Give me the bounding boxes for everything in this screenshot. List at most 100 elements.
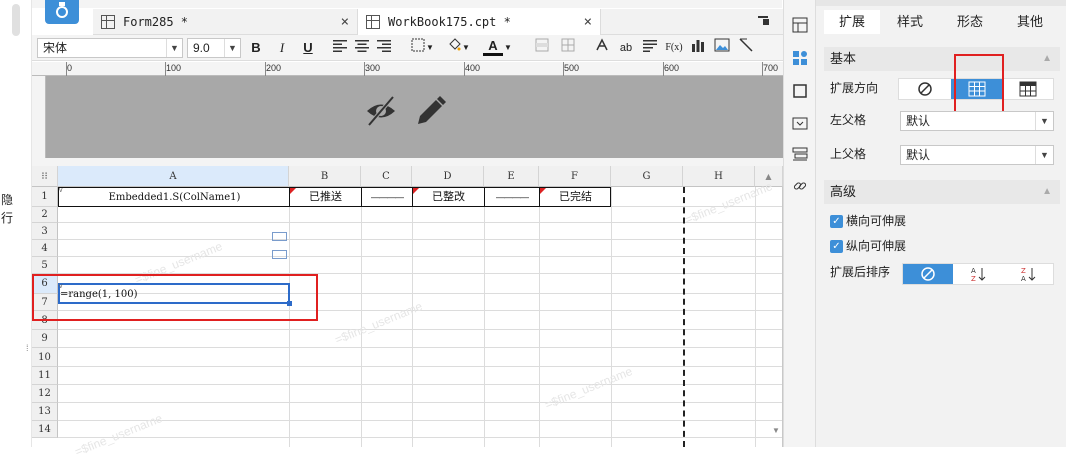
tab-form285[interactable]: Form285 * ×: [93, 9, 358, 35]
left-scrollbar[interactable]: [12, 4, 20, 36]
row-header[interactable]: 10: [32, 348, 58, 367]
cell-property-icon[interactable]: [792, 17, 808, 33]
highlight-box-expand: [954, 54, 1004, 116]
edit-pencil-icon[interactable]: [414, 94, 446, 128]
splitter-handle[interactable]: ⁞: [26, 343, 29, 353]
column-header[interactable]: E: [484, 166, 539, 187]
chevron-down-icon[interactable]: ▼: [460, 38, 472, 58]
bold-button[interactable]: B: [246, 38, 266, 58]
column-header[interactable]: A: [58, 166, 289, 187]
tab-menu-icon[interactable]: [757, 15, 771, 27]
vertical-extendable-checkbox[interactable]: ✓ 纵向可伸展: [830, 237, 906, 254]
column-header[interactable]: D: [412, 166, 484, 187]
wrap-icon[interactable]: [640, 38, 660, 58]
underline-button[interactable]: U: [298, 38, 318, 58]
chevron-down-icon: ▼: [224, 39, 240, 57]
chevron-down-icon: ▼: [1035, 112, 1053, 130]
row-header[interactable]: 5: [32, 257, 58, 274]
horizontal-ruler: 0 100 200 300 400 500 600 700: [32, 62, 783, 76]
merge-cells-icon[interactable]: [532, 38, 552, 58]
select-all-corner[interactable]: ⁝⁝: [32, 166, 58, 187]
scroll-down-arrow[interactable]: ▼: [772, 426, 780, 435]
image-icon[interactable]: [712, 38, 732, 58]
left-parent-select[interactable]: 默认 ▼: [900, 111, 1054, 131]
svg-text:A: A: [971, 267, 976, 275]
no-sort-icon[interactable]: [903, 264, 953, 284]
widget-box[interactable]: [272, 250, 287, 259]
row-header[interactable]: 12: [32, 385, 58, 403]
column-header[interactable]: B: [289, 166, 361, 187]
checkmark-icon: ✓: [830, 240, 843, 254]
top-parent-select[interactable]: 默认 ▼: [900, 145, 1054, 165]
hidden-eye-icon[interactable]: [364, 94, 398, 128]
font-size-select[interactable]: 9.0 ▼: [187, 38, 241, 58]
text-color-button[interactable]: A: [483, 38, 503, 56]
cell-b1[interactable]: 已推送: [290, 189, 361, 206]
row-header[interactable]: 9: [32, 330, 58, 348]
row-header[interactable]: 2: [32, 207, 58, 223]
condition-icon[interactable]: [792, 146, 808, 162]
grid-line: [58, 384, 783, 385]
left-strip: 隐 行 ⁞: [0, 0, 32, 447]
tab-other[interactable]: 其他: [1000, 10, 1060, 34]
grid-line: [58, 347, 783, 348]
link-icon[interactable]: [792, 178, 808, 194]
tab-style[interactable]: 样式: [880, 10, 940, 34]
row-header[interactable]: 1: [32, 187, 58, 207]
row-header[interactable]: 3: [32, 223, 58, 240]
format-toolbar: 宋体 ▼ 9.0 ▼ B I U ▼ ▼ A ▼ ab F(x): [32, 35, 783, 61]
expand-direction-label: 扩展方向: [830, 81, 879, 95]
sort-ascending-icon[interactable]: AZ: [953, 264, 1004, 284]
align-right-icon[interactable]: [374, 38, 394, 58]
align-left-icon[interactable]: [330, 38, 350, 58]
tab-workbook175[interactable]: WorkBook175.cpt * ×: [358, 9, 601, 35]
cell-c1[interactable]: ————: [362, 189, 412, 206]
grid-line: [58, 402, 783, 403]
left-parent-label: 左父格: [830, 113, 867, 127]
chevron-down-icon[interactable]: ▼: [424, 38, 436, 58]
widget-icon[interactable]: [792, 115, 808, 131]
row-header[interactable]: 4: [32, 240, 58, 257]
close-icon[interactable]: ×: [341, 9, 349, 35]
top-strip: [32, 0, 782, 8]
no-expand-icon[interactable]: [899, 79, 951, 99]
unmerge-cells-icon[interactable]: [558, 38, 578, 58]
text-icon[interactable]: [592, 38, 612, 58]
font-size-value: 9.0: [193, 41, 210, 55]
cell-e1[interactable]: ————: [485, 189, 539, 206]
column-header[interactable]: F: [539, 166, 611, 187]
column-header[interactable]: H: [683, 166, 755, 187]
collapse-icon: ▲: [1042, 53, 1052, 64]
align-center-icon[interactable]: [352, 38, 372, 58]
row-header[interactable]: 14: [32, 421, 58, 438]
chart-icon[interactable]: [688, 38, 708, 58]
formula-button[interactable]: F(x): [664, 38, 684, 58]
component-icon[interactable]: [792, 50, 808, 66]
section-basic[interactable]: 基本 ▲: [824, 47, 1060, 71]
section-advanced[interactable]: 高级 ▲: [824, 180, 1060, 204]
sort-descending-icon[interactable]: ZA: [1004, 264, 1053, 284]
chevron-down-icon[interactable]: ▼: [502, 38, 514, 58]
ab-button[interactable]: ab: [616, 38, 636, 58]
close-icon[interactable]: ×: [584, 9, 592, 35]
cell-a1[interactable]: Embedded1.S(ColName1): [60, 189, 289, 206]
horizontal-extendable-checkbox[interactable]: ✓ 横向可伸展: [830, 212, 906, 229]
tab-form[interactable]: 形态: [940, 10, 1000, 34]
italic-button[interactable]: I: [272, 38, 292, 58]
font-name-select[interactable]: 宋体 ▼: [37, 38, 183, 58]
cell-d1[interactable]: 已整改: [413, 189, 484, 206]
row-header[interactable]: 13: [32, 403, 58, 421]
widget-box[interactable]: [272, 232, 287, 241]
frame-icon[interactable]: [792, 83, 808, 99]
grid-line: [58, 239, 783, 240]
tab-expand[interactable]: 扩展: [824, 10, 880, 34]
row-header[interactable]: 11: [32, 367, 58, 385]
column-header[interactable]: G: [611, 166, 683, 187]
chevron-down-icon: ▼: [1035, 146, 1053, 164]
slash-icon[interactable]: [736, 38, 756, 58]
column-header[interactable]: C: [361, 166, 412, 187]
highlight-box-a6: [32, 274, 318, 321]
cell-f1[interactable]: 已完结: [540, 189, 611, 206]
svg-text:Z: Z: [971, 275, 976, 282]
horizontal-expand-icon[interactable]: [1003, 79, 1053, 99]
